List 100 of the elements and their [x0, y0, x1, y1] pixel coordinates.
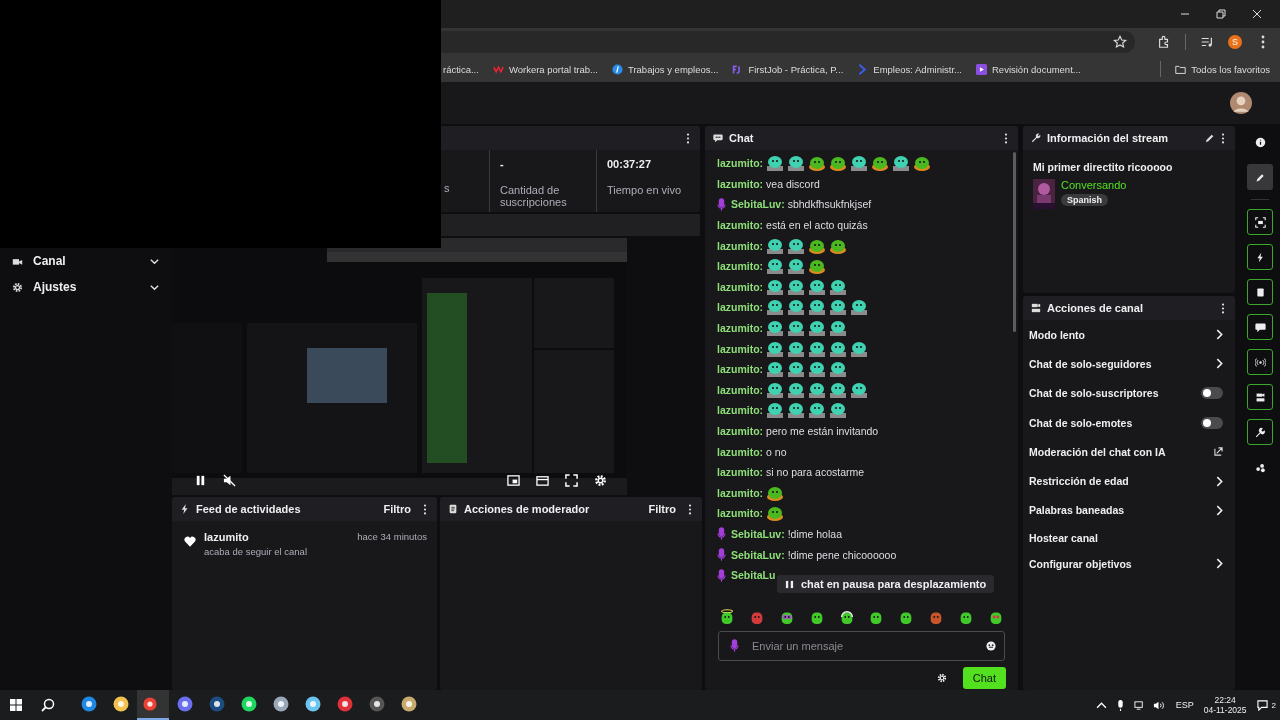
bookmark[interactable]: Workera portal trab...	[492, 63, 598, 75]
emote-icon[interactable]	[838, 609, 855, 625]
chat-username[interactable]: lazumito:	[717, 383, 764, 396]
media-icon[interactable]	[1200, 35, 1214, 49]
chat-username[interactable]: lazumito:	[717, 425, 764, 437]
chat-username[interactable]: lazumito:	[717, 219, 764, 232]
chat-username[interactable]: SebitaLuv:	[731, 198, 785, 211]
action-item[interactable]: Moderación del chat con IA	[1023, 437, 1235, 467]
action-item[interactable]: Restricción de edad	[1023, 466, 1235, 496]
close-icon[interactable]	[1252, 9, 1262, 19]
pause-icon[interactable]	[194, 474, 207, 487]
filter-button[interactable]: Filtro	[642, 503, 682, 515]
fullscreen-icon[interactable]	[565, 474, 578, 487]
chat-username[interactable]: SebitaLuv:	[731, 548, 785, 561]
notification-icon[interactable]	[1256, 699, 1268, 711]
channel-icon	[1254, 391, 1266, 403]
tag[interactable]: Spanish	[1061, 194, 1108, 206]
bookmark[interactable]: Revisión document...	[976, 63, 1081, 75]
more-icon[interactable]	[686, 132, 690, 144]
category-link[interactable]: Conversando	[1061, 179, 1127, 191]
more-icon[interactable]	[1221, 132, 1225, 144]
chevron-icon	[1216, 475, 1223, 487]
tool-button[interactable]	[1247, 279, 1273, 305]
chat-username[interactable]: lazumito:	[717, 239, 764, 252]
settings-icon[interactable]	[936, 673, 947, 683]
more-icon[interactable]	[423, 503, 427, 515]
tool-button[interactable]	[1247, 349, 1273, 375]
chat-message: sbhdkfhsukfnkjsef	[787, 198, 872, 211]
restore-icon[interactable]	[1216, 9, 1226, 19]
chat-username[interactable]: SebitaLuv:	[731, 528, 785, 540]
action-item[interactable]: Chat de solo-seguidores	[1023, 349, 1235, 379]
chat-username[interactable]: lazumito:	[717, 445, 764, 458]
action-item[interactable]: Chat de solo-suscriptores	[1023, 378, 1235, 408]
action-item[interactable]: Configurar objetivos	[1023, 549, 1235, 579]
pencil-icon[interactable]	[1205, 133, 1215, 143]
puzzle-icon[interactable]	[1157, 35, 1171, 49]
screen-capture-icon	[1254, 216, 1266, 228]
tool-button[interactable]	[1247, 244, 1273, 270]
tool-button[interactable]	[1247, 384, 1273, 410]
scrollbar-thumb[interactable]	[1013, 152, 1016, 332]
emote-icon	[829, 154, 848, 173]
action-item[interactable]: Hostear canal	[1023, 527, 1235, 550]
chat-username[interactable]: lazumito:	[717, 260, 764, 273]
bookmark[interactable]: Trabajos y empleos...	[611, 63, 719, 75]
nav-label: Ajustes	[33, 280, 78, 294]
search-icon[interactable]	[41, 698, 55, 712]
user-avatar[interactable]	[1230, 92, 1252, 114]
more-icon[interactable]	[688, 503, 692, 515]
bookmark[interactable]: ráctica...	[443, 63, 479, 75]
nav-item[interactable]: Ajustes	[12, 274, 160, 300]
chat-username[interactable]: lazumito:	[717, 466, 764, 479]
more-icon[interactable]	[1004, 132, 1008, 144]
chat-username[interactable]: SebitaLu	[731, 569, 776, 582]
chat-username[interactable]: lazumito:	[717, 342, 764, 355]
emote-icon[interactable]	[719, 609, 735, 625]
nav-item[interactable]: Canal	[12, 248, 160, 274]
windows-icon[interactable]	[9, 698, 23, 712]
chat-username[interactable]: lazumito:	[717, 486, 764, 499]
stat-label: s	[444, 182, 451, 194]
tool-button[interactable]	[1247, 164, 1273, 190]
event-description: acaba de seguir el canal	[204, 546, 308, 557]
miniplayer-icon[interactable]	[507, 474, 520, 487]
chat-username[interactable]: lazumito:	[717, 301, 764, 314]
chat-username[interactable]: lazumito:	[717, 363, 764, 376]
chat-username[interactable]: lazumito:	[717, 322, 764, 335]
pause-tooltip[interactable]: chat en pausa para desplazamiento	[777, 575, 995, 593]
toggle-switch[interactable]	[1201, 387, 1223, 400]
chat-username[interactable]: lazumito:	[717, 404, 764, 417]
muted-speaker-icon[interactable]	[223, 474, 236, 487]
chevron-icon	[1216, 358, 1223, 370]
theatre-icon[interactable]	[536, 474, 549, 487]
site-icon	[857, 63, 869, 75]
star-icon[interactable]	[1113, 35, 1127, 49]
action-item[interactable]: Modo lento	[1023, 320, 1235, 350]
speaker-icon[interactable]	[1152, 699, 1164, 711]
chat-username[interactable]: lazumito:	[717, 280, 764, 293]
taskbar-app[interactable]	[137, 690, 169, 720]
filter-button[interactable]: Filtro	[377, 503, 417, 515]
smiley-icon[interactable]	[986, 641, 996, 651]
chat-username[interactable]: lazumito:	[717, 157, 764, 170]
action-item[interactable]: Chat de solo-emotes	[1023, 407, 1235, 438]
bookmark[interactable]: Empleos: Administr...	[857, 63, 962, 75]
bookmark[interactable]: FirstJob - Práctica, P...	[732, 63, 844, 75]
more-icon[interactable]	[1221, 302, 1225, 314]
language-indicator[interactable]: ESP	[1175, 700, 1194, 710]
toggle-switch[interactable]	[1201, 416, 1223, 429]
message-input[interactable]: Enviar un mensaje	[718, 631, 1005, 661]
action-item[interactable]: Palabras baneadas	[1023, 495, 1235, 526]
chat-username[interactable]: lazumito:	[717, 507, 764, 520]
tool-button[interactable]	[1247, 209, 1273, 235]
send-button[interactable]: Chat	[962, 667, 1006, 689]
tool-button[interactable]	[1247, 419, 1273, 445]
caret-icon[interactable]	[1095, 699, 1107, 711]
tool-button[interactable]	[1247, 314, 1273, 340]
chat-username[interactable]: lazumito:	[717, 177, 764, 190]
emote-icon	[850, 339, 869, 358]
network-icon[interactable]	[1133, 699, 1145, 711]
clock[interactable]: 22:24 04-11-2025	[1203, 695, 1247, 715]
bookmark-folder[interactable]: Todos los favoritos	[1175, 63, 1270, 75]
app-icon	[241, 696, 257, 712]
